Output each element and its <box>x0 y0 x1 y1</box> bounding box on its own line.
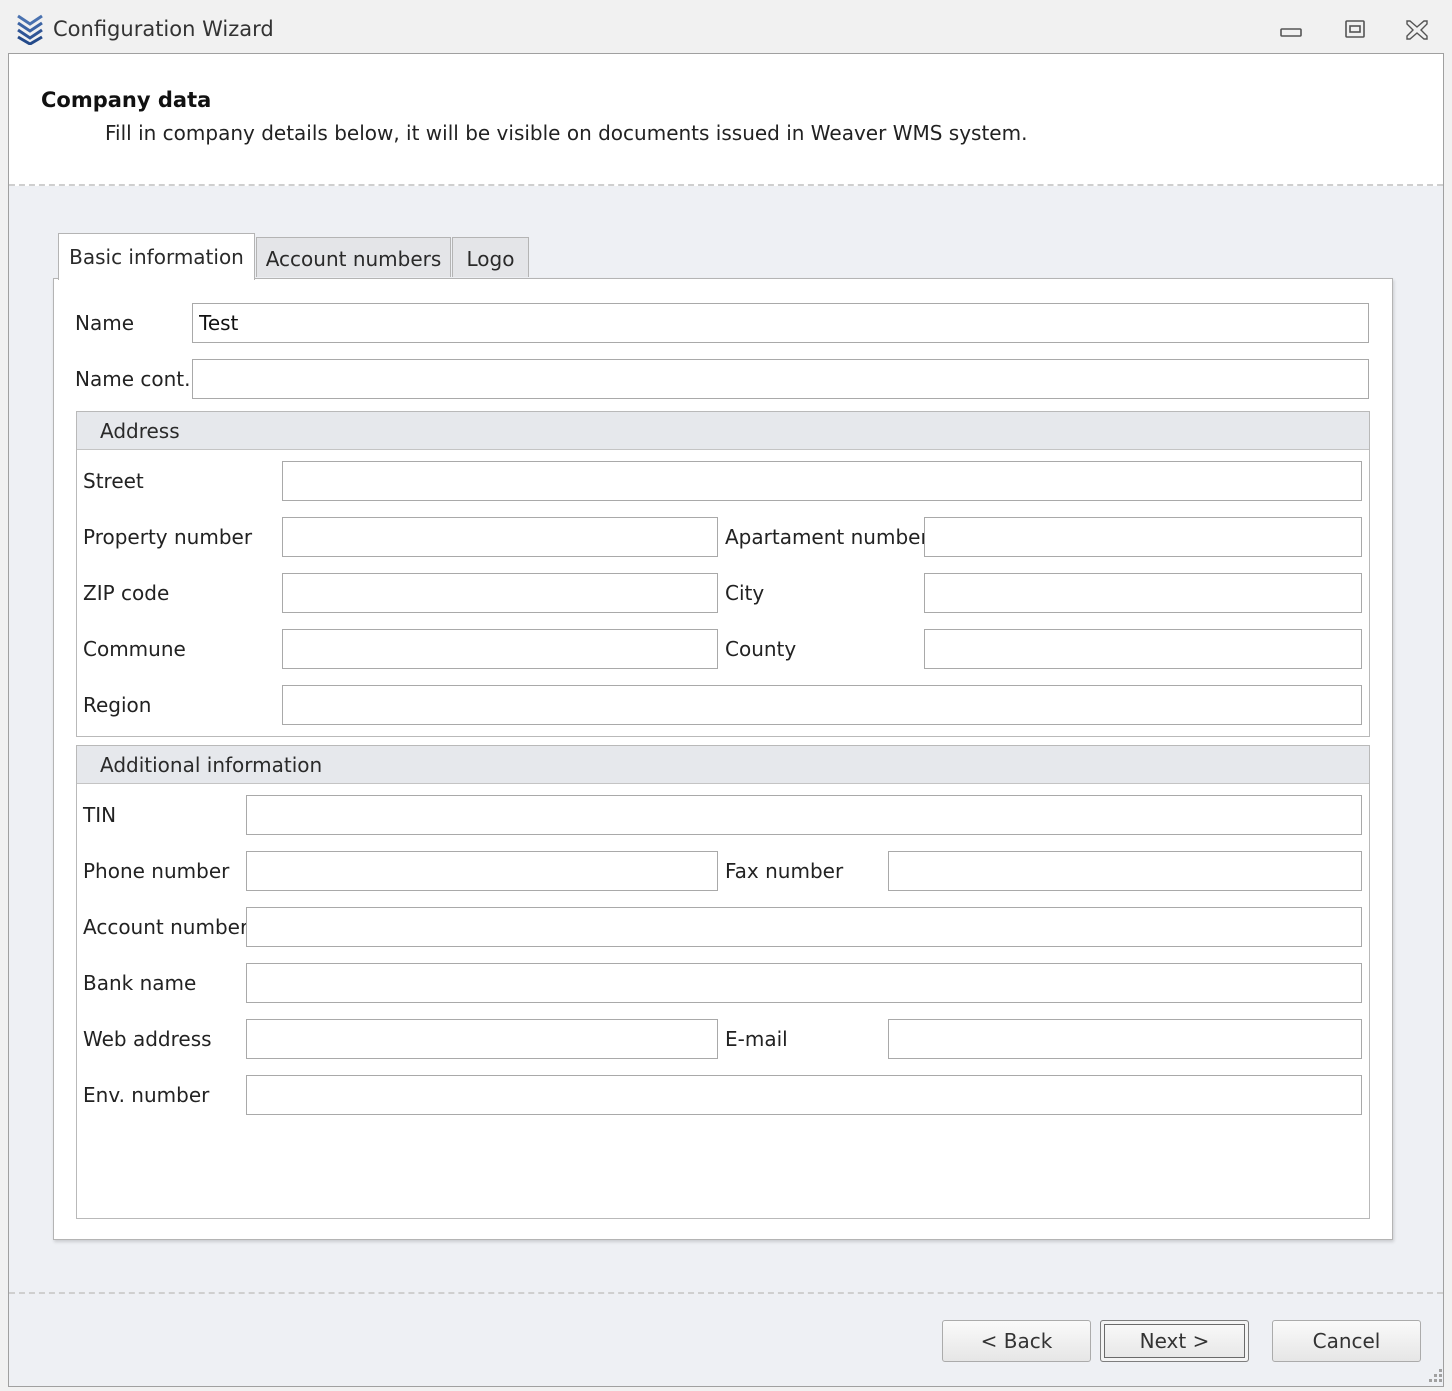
region-label: Region <box>83 693 152 717</box>
city-label: City <box>725 581 765 605</box>
chevrons-down-icon <box>17 14 43 45</box>
window-title: Configuration Wizard <box>53 17 274 41</box>
header-panel <box>9 54 1443 186</box>
address-group-header <box>77 412 1369 450</box>
address-group-title: Address <box>100 419 180 443</box>
street-input[interactable] <box>282 461 1362 501</box>
close-icon[interactable] <box>1400 14 1434 46</box>
region-input[interactable] <box>282 685 1362 725</box>
name-cont-input[interactable] <box>192 359 1369 399</box>
phone-number-label: Phone number <box>83 859 230 883</box>
page-title: Company data <box>41 88 212 112</box>
restore-icon[interactable] <box>1338 14 1372 46</box>
env-number-input[interactable] <box>246 1075 1362 1115</box>
street-label: Street <box>83 469 144 493</box>
city-input[interactable] <box>924 573 1362 613</box>
back-button[interactable]: < Back <box>942 1320 1091 1362</box>
commune-input[interactable] <box>282 629 718 669</box>
next-button[interactable]: Next > <box>1100 1320 1249 1362</box>
web-address-label: Web address <box>83 1027 212 1051</box>
bank-name-label: Bank name <box>83 971 197 995</box>
account-number-input[interactable] <box>246 907 1362 947</box>
page-subtitle: Fill in company details below, it will b… <box>105 121 1028 145</box>
env-number-label: Env. number <box>83 1083 210 1107</box>
account-number-label: Account number <box>83 915 249 939</box>
tin-input[interactable] <box>246 795 1362 835</box>
apartment-number-label: Apartament number <box>725 525 929 549</box>
name-label: Name <box>75 311 135 335</box>
footer-divider <box>9 1292 1443 1294</box>
fax-number-input[interactable] <box>888 851 1362 891</box>
resize-grip-icon[interactable] <box>1422 1364 1444 1386</box>
minimize-icon[interactable] <box>1274 14 1308 46</box>
email-input[interactable] <box>888 1019 1362 1059</box>
tin-label: TIN <box>83 803 117 827</box>
cancel-button[interactable]: Cancel <box>1272 1320 1421 1362</box>
web-address-input[interactable] <box>246 1019 718 1059</box>
commune-label: Commune <box>83 637 186 661</box>
tab-account-numbers[interactable]: Account numbers <box>256 237 451 277</box>
county-label: County <box>725 637 797 661</box>
zip-code-label: ZIP code <box>83 581 170 605</box>
zip-code-input[interactable] <box>282 573 718 613</box>
apartment-number-input[interactable] <box>924 517 1362 557</box>
name-cont-label: Name cont. <box>75 367 191 391</box>
property-number-input[interactable] <box>282 517 718 557</box>
county-input[interactable] <box>924 629 1362 669</box>
fax-number-label: Fax number <box>725 859 844 883</box>
name-input[interactable] <box>192 303 1369 343</box>
email-label: E-mail <box>725 1027 788 1051</box>
tab-basic-information[interactable]: Basic information <box>58 233 255 280</box>
bank-name-input[interactable] <box>246 963 1362 1003</box>
phone-number-input[interactable] <box>246 851 718 891</box>
property-number-label: Property number <box>83 525 253 549</box>
tab-logo[interactable]: Logo <box>452 237 529 277</box>
additional-info-group-title: Additional information <box>100 753 323 777</box>
